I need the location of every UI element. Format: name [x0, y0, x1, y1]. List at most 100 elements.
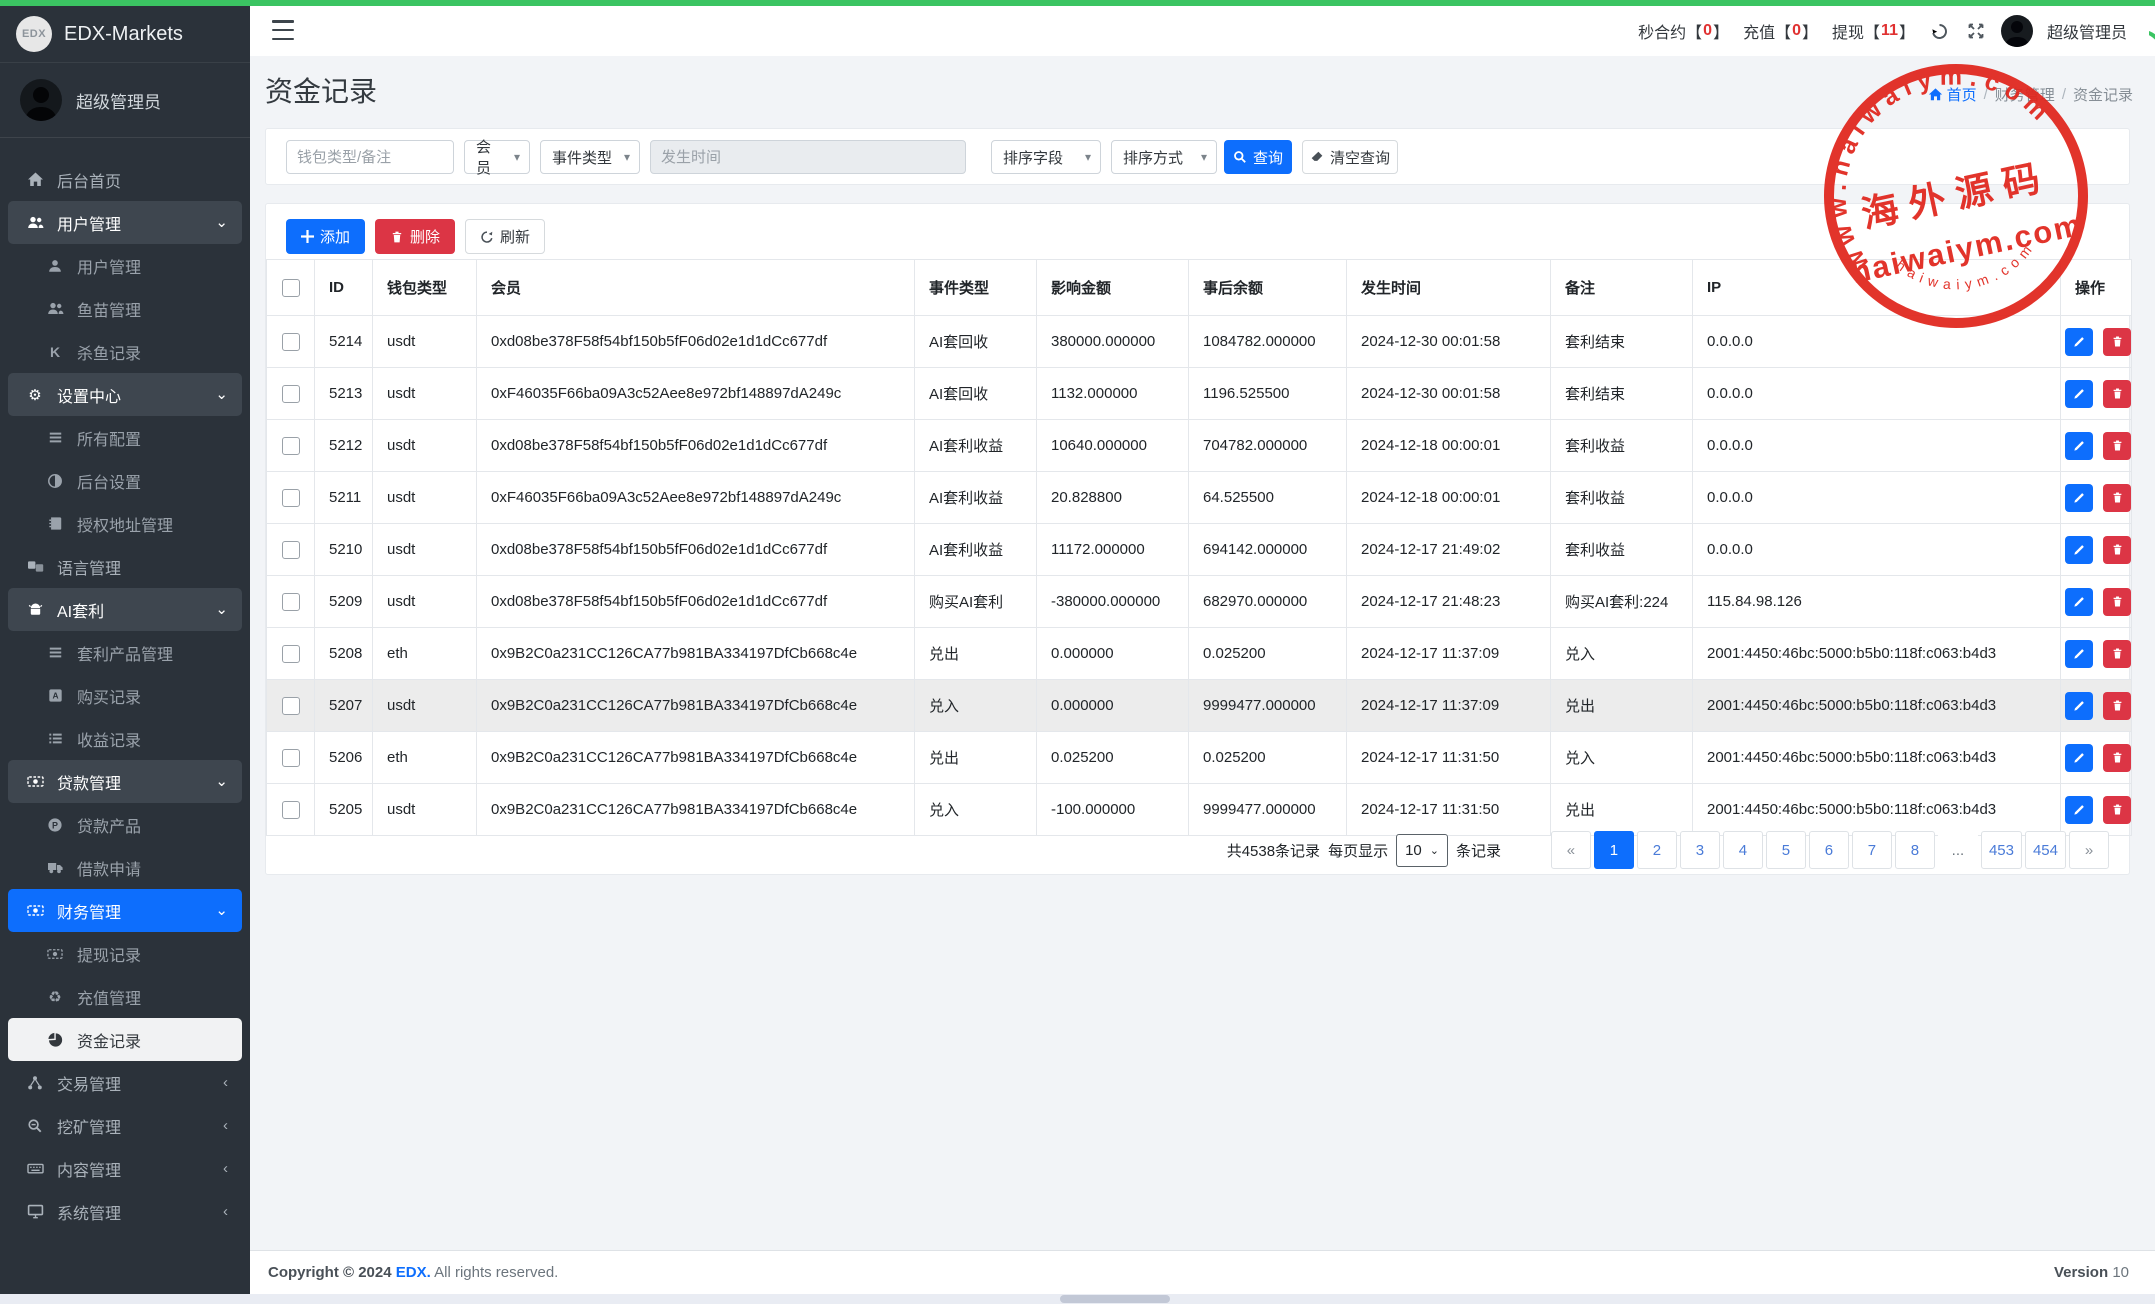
- horizontal-scrollbar[interactable]: [0, 1294, 2155, 1304]
- sort-field-select[interactable]: 排序字段▾: [991, 140, 1101, 174]
- member-select[interactable]: 会员▾: [464, 140, 530, 174]
- sidebar-item-purchase-records[interactable]: A 购买记录: [8, 674, 242, 717]
- search-button[interactable]: 查询: [1224, 140, 1292, 174]
- sidebar-item-backend-settings[interactable]: 后台设置: [8, 459, 242, 502]
- stat-withdraw[interactable]: 提现【11】: [1832, 19, 1915, 43]
- page-button[interactable]: 4: [1723, 831, 1763, 869]
- page-button[interactable]: 7: [1852, 831, 1892, 869]
- delete-row-button[interactable]: [2103, 484, 2131, 512]
- row-checkbox[interactable]: [282, 385, 300, 403]
- header-user-name[interactable]: 超级管理员: [2047, 19, 2127, 43]
- event-type-select[interactable]: 事件类型▾: [540, 140, 640, 174]
- scrollbar-thumb[interactable]: [1060, 1295, 1170, 1303]
- sidebar-item-loan-products[interactable]: P 贷款产品: [8, 803, 242, 846]
- page-button[interactable]: 8: [1895, 831, 1935, 869]
- page-button[interactable]: 1: [1594, 831, 1634, 869]
- sidebar-item-trade-mgmt[interactable]: 交易管理 ‹: [8, 1061, 242, 1104]
- edit-button[interactable]: [2065, 536, 2093, 564]
- sidebar-item-mining-mgmt[interactable]: 挖矿管理 ‹: [8, 1104, 242, 1147]
- col-wallet-type[interactable]: 钱包类型: [373, 260, 477, 316]
- breadcrumb-finance[interactable]: 财务管理: [1995, 84, 2055, 105]
- stat-recharge[interactable]: 充值【0】: [1743, 19, 1818, 43]
- edit-button[interactable]: [2065, 744, 2093, 772]
- sidebar-item-settings-center[interactable]: ⚙ 设置中心 ⌄: [8, 373, 242, 416]
- row-checkbox[interactable]: [282, 697, 300, 715]
- row-checkbox[interactable]: [282, 749, 300, 767]
- edit-button[interactable]: [2065, 796, 2093, 824]
- sidebar-item-kill-records[interactable]: K 杀鱼记录: [8, 330, 242, 373]
- page-button[interactable]: 453: [1981, 831, 2022, 869]
- sidebar-item-all-config[interactable]: 所有配置: [8, 416, 242, 459]
- delete-row-button[interactable]: [2103, 796, 2131, 824]
- edit-button[interactable]: [2065, 640, 2093, 668]
- sidebar-item-arbitrage-products[interactable]: 套利产品管理: [8, 631, 242, 674]
- sidebar-item-withdraw-records[interactable]: 提现记录: [8, 932, 242, 975]
- sidebar-item-system-mgmt[interactable]: 系统管理 ‹: [8, 1190, 242, 1233]
- sidebar-toggle-icon[interactable]: [272, 20, 294, 40]
- sidebar-item-loan-applications[interactable]: 借款申请: [8, 846, 242, 889]
- wallet-type-input[interactable]: [286, 140, 454, 174]
- page-button[interactable]: 2: [1637, 831, 1677, 869]
- delete-row-button[interactable]: [2103, 744, 2131, 772]
- page-button[interactable]: »: [2069, 831, 2109, 869]
- sidebar-item-ai-arbitrage[interactable]: AI套利 ⌄: [8, 588, 242, 631]
- sort-order-select[interactable]: 排序方式▾: [1111, 140, 1217, 174]
- col-id[interactable]: ID: [315, 260, 373, 316]
- delete-row-button[interactable]: [2103, 640, 2131, 668]
- sidebar-item-profit-records[interactable]: 收益记录: [8, 717, 242, 760]
- row-checkbox[interactable]: [282, 645, 300, 663]
- row-checkbox[interactable]: [282, 333, 300, 351]
- fullscreen-icon[interactable]: [1965, 20, 1987, 42]
- sidebar-item-language-mgmt[interactable]: 语言管理: [8, 545, 242, 588]
- delete-row-button[interactable]: [2103, 432, 2131, 460]
- delete-row-button[interactable]: [2103, 380, 2131, 408]
- row-checkbox[interactable]: [282, 593, 300, 611]
- page-button[interactable]: 454: [2025, 831, 2066, 869]
- edit-button[interactable]: [2065, 328, 2093, 356]
- refresh-table-button[interactable]: 刷新: [465, 219, 545, 254]
- col-note[interactable]: 备注: [1551, 260, 1693, 316]
- sidebar-item-auth-address[interactable]: 授权地址管理: [8, 502, 242, 545]
- edit-button[interactable]: [2065, 432, 2093, 460]
- sidebar-item-recharge-mgmt[interactable]: ♻ 充值管理: [8, 975, 242, 1018]
- header-avatar[interactable]: [2001, 15, 2033, 47]
- sidebar-item-user-list[interactable]: 用户管理: [8, 244, 242, 287]
- page-button[interactable]: 5: [1766, 831, 1806, 869]
- page-button[interactable]: 3: [1680, 831, 1720, 869]
- breadcrumb-home[interactable]: 首页: [1928, 84, 1977, 105]
- delete-button[interactable]: 删除: [375, 219, 455, 254]
- sidebar-item-user-mgmt[interactable]: 用户管理 ⌄: [8, 201, 242, 244]
- time-range-input[interactable]: [650, 140, 966, 174]
- col-balance[interactable]: 事后余额: [1189, 260, 1347, 316]
- page-button[interactable]: «: [1551, 831, 1591, 869]
- per-page-select[interactable]: 10 ⌄: [1396, 834, 1448, 867]
- stat-contract[interactable]: 秒合约【0】: [1638, 19, 1729, 43]
- delete-row-button[interactable]: [2103, 588, 2131, 616]
- col-member[interactable]: 会员: [477, 260, 915, 316]
- row-checkbox[interactable]: [282, 541, 300, 559]
- col-ip[interactable]: IP: [1693, 260, 2061, 316]
- page-button[interactable]: 6: [1809, 831, 1849, 869]
- sidebar-item-loan-mgmt[interactable]: 贷款管理 ⌄: [8, 760, 242, 803]
- sidebar-item-dashboard[interactable]: 后台首页: [8, 158, 242, 201]
- edit-button[interactable]: [2065, 588, 2093, 616]
- delete-row-button[interactable]: [2103, 692, 2131, 720]
- edit-button[interactable]: [2065, 380, 2093, 408]
- sidebar-item-content-mgmt[interactable]: 内容管理 ‹: [8, 1147, 242, 1190]
- page-button[interactable]: ...: [1938, 831, 1978, 869]
- brand[interactable]: EDX EDX-Markets: [0, 6, 250, 63]
- add-button[interactable]: 添加: [286, 219, 365, 254]
- footer-brand-link[interactable]: EDX.: [396, 1264, 431, 1281]
- col-time[interactable]: 发生时间: [1347, 260, 1551, 316]
- col-amount[interactable]: 影响金额: [1037, 260, 1189, 316]
- row-checkbox[interactable]: [282, 801, 300, 819]
- sidebar-item-finance-mgmt[interactable]: 财务管理 ⌄: [8, 889, 242, 932]
- edit-button[interactable]: [2065, 692, 2093, 720]
- select-all-checkbox[interactable]: [282, 279, 300, 297]
- delete-row-button[interactable]: [2103, 328, 2131, 356]
- sidebar-item-fry-mgmt[interactable]: 鱼苗管理: [8, 287, 242, 330]
- row-checkbox[interactable]: [282, 489, 300, 507]
- refresh-icon[interactable]: [1929, 20, 1951, 42]
- clear-search-button[interactable]: 清空查询: [1302, 140, 1398, 174]
- row-checkbox[interactable]: [282, 437, 300, 455]
